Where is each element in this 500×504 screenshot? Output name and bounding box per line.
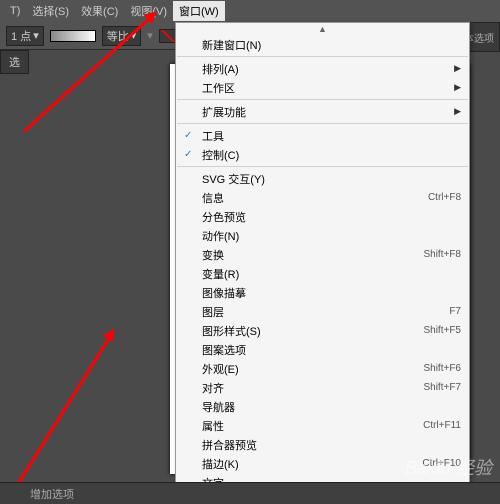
menu-item-label: 变换 <box>202 247 423 263</box>
menu-item[interactable]: 描边(K)Ctrl+F10 <box>176 454 469 473</box>
menu-item-label: 新建窗口(N) <box>202 37 461 53</box>
menu-item-label: 信息 <box>202 190 428 206</box>
menu-item[interactable]: ✓ 工具 <box>176 126 469 145</box>
zoom-value: 1 点 <box>11 28 31 44</box>
menu-item-label: 图像描摹 <box>202 285 461 301</box>
chevron-down-icon: ▾ <box>33 29 39 42</box>
menu-0[interactable]: T) <box>4 3 26 19</box>
menu-item-label: 导航器 <box>202 399 461 415</box>
menubar: T)选择(S)效果(C)视图(V)窗口(W) <box>0 0 500 22</box>
menu-separator <box>177 123 468 124</box>
window-menu-dropdown: ▲ 新建窗口(N)排列(A)▶工作区▶扩展功能▶✓工具✓控制(C)SVG 交互(… <box>175 22 470 500</box>
menu-item[interactable]: 变换Shift+F8 <box>176 245 469 264</box>
menu-item-label: 扩展功能 <box>202 104 461 120</box>
menu-item[interactable]: 工作区▶ <box>176 78 469 97</box>
menu-item-label: 图层 <box>202 304 449 320</box>
menu-item[interactable]: 属性Ctrl+F11 <box>176 416 469 435</box>
menu-item-label: 外观(E) <box>202 361 423 377</box>
annotation-arrow-2 <box>11 332 114 495</box>
menu-item[interactable]: 变量(R) <box>176 264 469 283</box>
menu-item-label: 工具 <box>202 128 461 144</box>
menu-item[interactable]: 信息Ctrl+F8 <box>176 188 469 207</box>
menu-item[interactable]: 图层F7 <box>176 302 469 321</box>
menu-item-shortcut: Ctrl+F10 <box>422 458 461 469</box>
scroll-up-arrow-icon[interactable]: ▲ <box>176 23 469 35</box>
menu-separator <box>177 99 468 100</box>
menu-item[interactable]: 图像描摹 <box>176 283 469 302</box>
menu-item-label: 描边(K) <box>202 456 422 472</box>
submenu-arrow-icon: ▶ <box>454 106 461 117</box>
status-bar: 增加选项 <box>0 482 500 504</box>
zoom-dropdown[interactable]: 1 点 ▾ <box>6 26 44 46</box>
menu-item-shortcut: Ctrl+F11 <box>423 420 461 431</box>
menu-item[interactable]: 新建窗口(N) <box>176 35 469 54</box>
menu-item[interactable]: 动作(N) <box>176 226 469 245</box>
menu-item-label: 动作(N) <box>202 228 461 244</box>
menu-item[interactable]: 扩展功能▶ <box>176 102 469 121</box>
menu-4[interactable]: 窗口(W) <box>173 1 225 21</box>
menu-item[interactable]: 对齐Shift+F7 <box>176 378 469 397</box>
menu-item-shortcut: Ctrl+F8 <box>428 192 461 203</box>
menu-item[interactable]: 外观(E)Shift+F6 <box>176 359 469 378</box>
menu-item[interactable]: 分色预览 <box>176 207 469 226</box>
menu-item[interactable]: ✓ 控制(C) <box>176 145 469 164</box>
menu-separator <box>177 56 468 57</box>
menu-item-shortcut: Shift+F7 <box>423 382 461 393</box>
menu-item-label: 变量(R) <box>202 266 461 282</box>
menu-item-label: 工作区 <box>202 80 461 96</box>
check-icon: ✓ <box>184 149 192 160</box>
menu-item-label: 排列(A) <box>202 61 461 77</box>
menu-item-label: 图案选项 <box>202 342 461 358</box>
menu-item[interactable]: 排列(A)▶ <box>176 59 469 78</box>
check-icon: ✓ <box>184 130 192 141</box>
menu-item-shortcut: F7 <box>449 306 461 317</box>
menu-item-label: SVG 交互(Y) <box>202 171 461 187</box>
menu-item-shortcut: Shift+F6 <box>423 363 461 374</box>
menu-2[interactable]: 效果(C) <box>75 1 124 21</box>
menu-item-label: 分色预览 <box>202 209 461 225</box>
submenu-arrow-icon: ▶ <box>454 82 461 93</box>
menu-item[interactable]: 拼合器预览 <box>176 435 469 454</box>
submenu-arrow-icon: ▶ <box>454 63 461 74</box>
status-label: 增加选项 <box>30 486 74 502</box>
menu-1[interactable]: 选择(S) <box>26 1 75 21</box>
chevron-down-icon[interactable]: ▾ <box>147 29 153 42</box>
menu-item-label: 拼合器预览 <box>202 437 461 453</box>
panel-tab[interactable]: 选 <box>0 50 29 74</box>
menu-item[interactable]: 图形样式(S)Shift+F5 <box>176 321 469 340</box>
menu-item-label: 控制(C) <box>202 147 461 163</box>
menu-item[interactable]: 图案选项 <box>176 340 469 359</box>
menu-item[interactable]: 导航器 <box>176 397 469 416</box>
menu-item-shortcut: Shift+F8 <box>423 249 461 260</box>
menu-item[interactable]: SVG 交互(Y) <box>176 169 469 188</box>
menu-item-label: 图形样式(S) <box>202 323 423 339</box>
menu-item-label: 属性 <box>202 418 423 434</box>
menu-separator <box>177 166 468 167</box>
menu-item-label: 对齐 <box>202 380 423 396</box>
menu-item-shortcut: Shift+F5 <box>423 325 461 336</box>
stroke-gradient-well[interactable] <box>50 30 96 42</box>
